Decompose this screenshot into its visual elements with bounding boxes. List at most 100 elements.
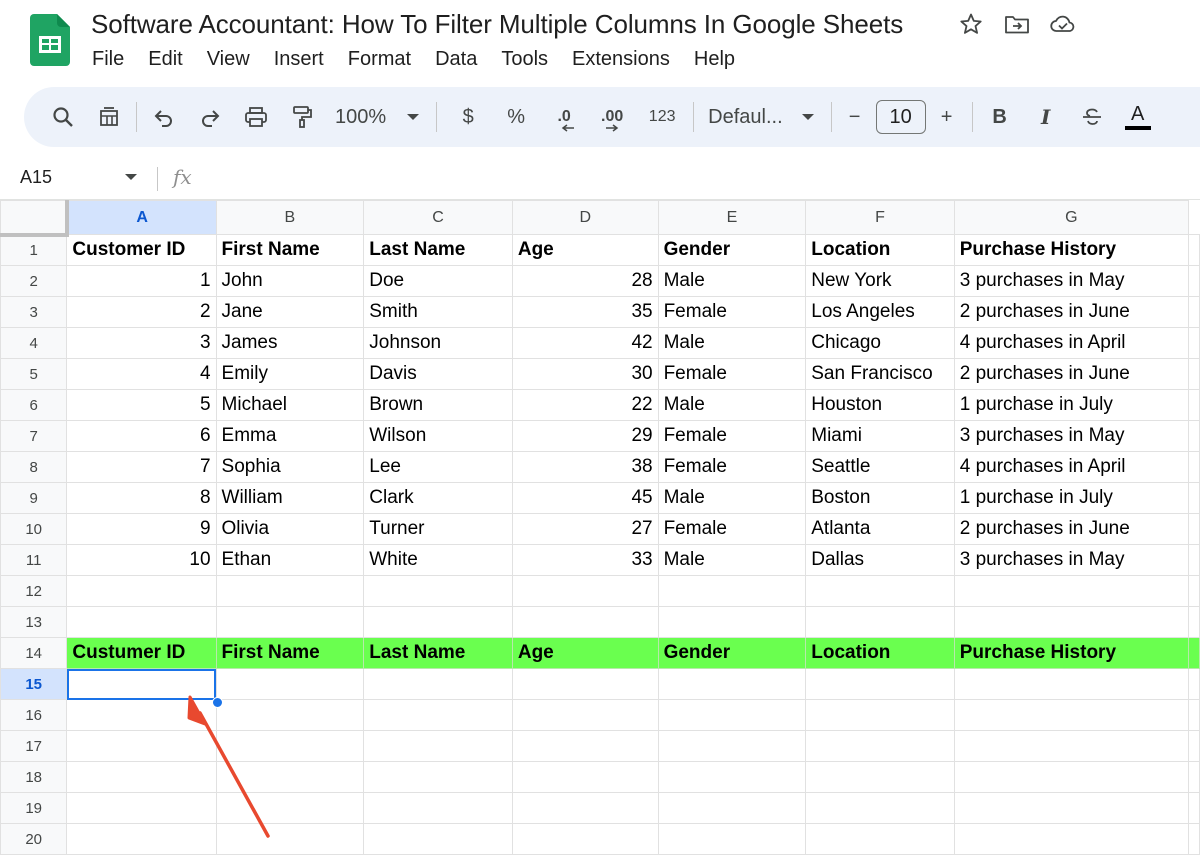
cell-c8[interactable]: Lee: [363, 451, 513, 483]
cell-g5[interactable]: 2 purchases in June: [953, 358, 1190, 390]
cell-b3[interactable]: Jane: [215, 296, 365, 328]
row-header-13[interactable]: 13: [0, 606, 68, 638]
cell-d18[interactable]: [511, 761, 659, 793]
cell-d14[interactable]: Age: [511, 637, 659, 669]
cell-e10[interactable]: Female: [657, 513, 807, 545]
cell-b1[interactable]: First Name: [215, 234, 365, 266]
row-header-12[interactable]: 12: [0, 575, 68, 607]
italic-button[interactable]: I: [1029, 97, 1063, 137]
row-header-7[interactable]: 7: [0, 420, 68, 452]
cell-d3[interactable]: 35: [511, 296, 659, 328]
cell-h9[interactable]: [1188, 482, 1200, 514]
cell-g3[interactable]: 2 purchases in June: [953, 296, 1190, 328]
search-icon[interactable]: [46, 97, 80, 137]
increase-font-size-button[interactable]: +: [934, 97, 960, 137]
cell-f11[interactable]: Dallas: [805, 544, 955, 576]
row-header-3[interactable]: 3: [0, 296, 68, 328]
cell-b6[interactable]: Michael: [215, 389, 365, 421]
cell-h8[interactable]: [1188, 451, 1200, 483]
cell-c15[interactable]: [363, 668, 513, 700]
cell-e6[interactable]: Male: [657, 389, 807, 421]
sheets-logo-icon[interactable]: [30, 14, 70, 66]
cell-e3[interactable]: Female: [657, 296, 807, 328]
cell-g13[interactable]: [953, 606, 1190, 638]
cell-a16[interactable]: [66, 699, 217, 731]
cell-b14[interactable]: First Name: [215, 637, 365, 669]
cell-g12[interactable]: [953, 575, 1190, 607]
column-header-d[interactable]: D: [511, 200, 659, 235]
cell-d16[interactable]: [511, 699, 659, 731]
cell-d4[interactable]: 42: [511, 327, 659, 359]
menu-search-table-icon[interactable]: [92, 97, 126, 137]
font-size-input[interactable]: 10: [875, 97, 926, 137]
menu-help[interactable]: Help: [682, 44, 747, 74]
cell-e20[interactable]: [657, 823, 807, 855]
cell-c12[interactable]: [363, 575, 513, 607]
cell-e19[interactable]: [657, 792, 807, 824]
cell-f17[interactable]: [805, 730, 955, 762]
more-formats-button[interactable]: 123: [645, 97, 679, 137]
decrease-font-size-button[interactable]: −: [842, 97, 868, 137]
cell-c14[interactable]: Last Name: [363, 637, 513, 669]
cell-a3[interactable]: 2: [66, 296, 217, 328]
cell-b5[interactable]: Emily: [215, 358, 365, 390]
cell-h17[interactable]: [1188, 730, 1200, 762]
cell-e8[interactable]: Female: [657, 451, 807, 483]
menu-extensions[interactable]: Extensions: [560, 44, 682, 74]
row-header-19[interactable]: 19: [0, 792, 68, 824]
cell-h6[interactable]: [1188, 389, 1200, 421]
cell-f7[interactable]: Miami: [805, 420, 955, 452]
cell-f15[interactable]: [805, 668, 955, 700]
menu-edit[interactable]: Edit: [136, 44, 194, 74]
cell-b17[interactable]: [215, 730, 365, 762]
cell-c5[interactable]: Davis: [363, 358, 513, 390]
cell-e18[interactable]: [657, 761, 807, 793]
chevron-down-icon[interactable]: [124, 172, 138, 182]
cell-c9[interactable]: Clark: [363, 482, 513, 514]
column-header-b[interactable]: B: [215, 200, 365, 235]
text-color-button[interactable]: A: [1121, 97, 1155, 137]
cell-a12[interactable]: [66, 575, 217, 607]
cell-e14[interactable]: Gender: [657, 637, 807, 669]
cell-g6[interactable]: 1 purchase in July: [953, 389, 1190, 421]
cell-b12[interactable]: [215, 575, 365, 607]
cell-c20[interactable]: [363, 823, 513, 855]
row-header-8[interactable]: 8: [0, 451, 68, 483]
name-box[interactable]: A15: [20, 167, 52, 188]
cell-b11[interactable]: Ethan: [215, 544, 365, 576]
row-header-18[interactable]: 18: [0, 761, 68, 793]
cell-h20[interactable]: [1188, 823, 1200, 855]
fill-handle[interactable]: [212, 697, 223, 708]
cell-e7[interactable]: Female: [657, 420, 807, 452]
cell-d6[interactable]: 22: [511, 389, 659, 421]
cell-a10[interactable]: 9: [66, 513, 217, 545]
menu-data[interactable]: Data: [423, 44, 489, 74]
column-header-a[interactable]: A: [66, 200, 217, 235]
cell-b4[interactable]: James: [215, 327, 365, 359]
cell-f19[interactable]: [805, 792, 955, 824]
cell-h10[interactable]: [1188, 513, 1200, 545]
cell-a15[interactable]: [66, 668, 217, 700]
cell-f6[interactable]: Houston: [805, 389, 955, 421]
cell-b15[interactable]: [215, 668, 365, 700]
cell-f8[interactable]: Seattle: [805, 451, 955, 483]
cell-g17[interactable]: [953, 730, 1190, 762]
cell-g2[interactable]: 3 purchases in May: [953, 265, 1190, 297]
cell-f16[interactable]: [805, 699, 955, 731]
column-header-e[interactable]: E: [657, 200, 807, 235]
cell-c2[interactable]: Doe: [363, 265, 513, 297]
cell-f3[interactable]: Los Angeles: [805, 296, 955, 328]
print-icon[interactable]: [239, 97, 273, 137]
cell-b19[interactable]: [215, 792, 365, 824]
cell-f5[interactable]: San Francisco: [805, 358, 955, 390]
cell-e1[interactable]: Gender: [657, 234, 807, 266]
cell-g4[interactable]: 4 purchases in April: [953, 327, 1190, 359]
cell-a2[interactable]: 1: [66, 265, 217, 297]
row-header-5[interactable]: 5: [0, 358, 68, 390]
cell-e11[interactable]: Male: [657, 544, 807, 576]
cell-b10[interactable]: Olivia: [215, 513, 365, 545]
font-family-select[interactable]: Defaul...: [708, 97, 814, 137]
row-header-20[interactable]: 20: [0, 823, 68, 855]
cell-g16[interactable]: [953, 699, 1190, 731]
cell-d1[interactable]: Age: [511, 234, 659, 266]
